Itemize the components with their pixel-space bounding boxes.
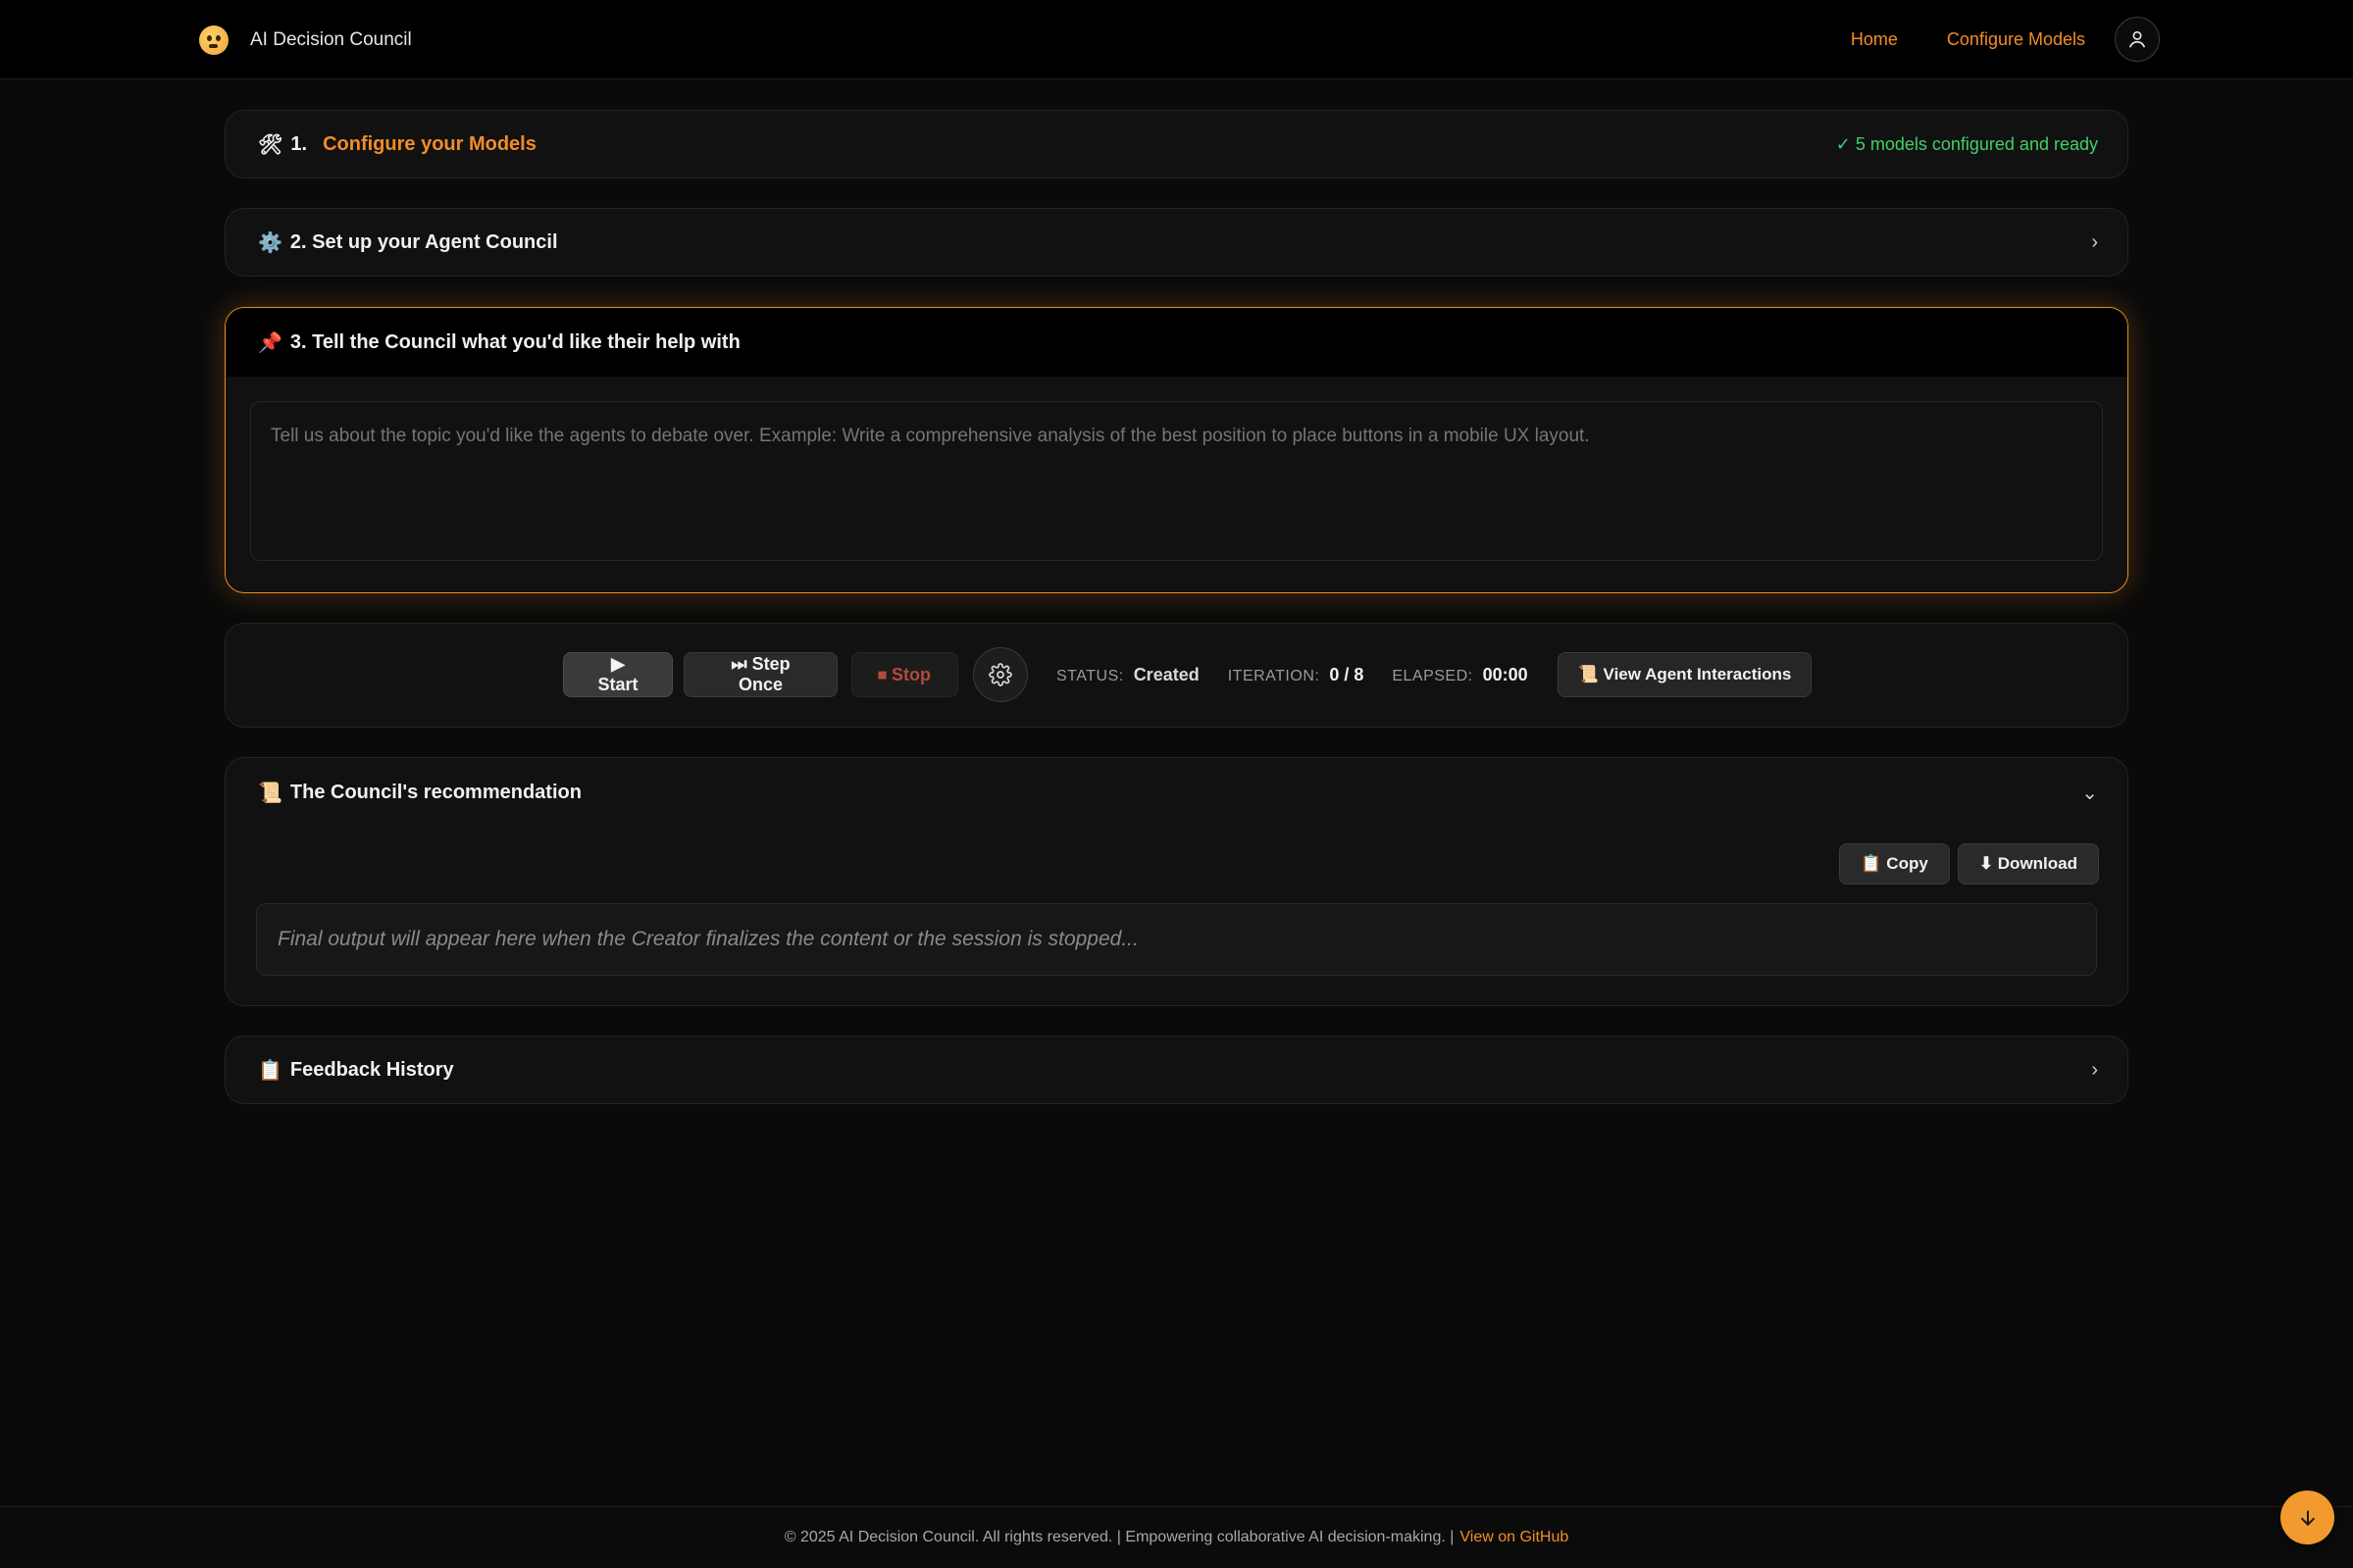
brand-name: AI Decision Council (250, 29, 412, 50)
footer: © 2025 AI Decision Council. All rights r… (0, 1506, 2353, 1568)
nav-configure-models-link[interactable]: Configure Models (1947, 29, 2085, 50)
recommendation-title: The Council's recommendation (289, 782, 582, 803)
iteration-label: ITERATION: (1227, 667, 1320, 684)
elapsed-value: 00:00 (1482, 664, 1528, 684)
copy-button[interactable]: 📋 Copy (1839, 843, 1950, 885)
user-account-button[interactable] (2115, 17, 2160, 62)
download-button[interactable]: ⬇ Download (1957, 843, 2099, 885)
brand-logo-icon (199, 25, 229, 55)
recommendation-panel: 📜 The Council's recommendation ⌄ 📋 Copy … (225, 757, 2128, 1006)
configure-models-panel[interactable]: 🛠 1. Configure your Models ✓ 5 models co… (225, 110, 2128, 178)
footer-text: © 2025 AI Decision Council. All rights r… (784, 1529, 1455, 1545)
chevron-down-icon[interactable]: ⌄ (2081, 781, 2098, 805)
elapsed-label: ELAPSED: (1392, 667, 1473, 684)
step3-title: 3. Tell the Council what you'd like thei… (289, 330, 741, 353)
topic-panel: 📌 3. Tell the Council what you'd like th… (225, 307, 2128, 593)
scroll-down-button[interactable] (2280, 1491, 2334, 1544)
topic-input[interactable] (250, 401, 2103, 561)
status-value: Created (1133, 664, 1200, 684)
feedback-history-panel[interactable]: 📋 Feedback History › (225, 1036, 2128, 1104)
github-link[interactable]: View on GitHub (1459, 1529, 1568, 1546)
brand[interactable]: AI Decision Council (199, 24, 412, 57)
gear-emoji-icon: ⚙️ (258, 231, 282, 254)
scroll-icon: 📜 (258, 783, 282, 804)
tools-icon: 🛠 (258, 133, 283, 156)
main-nav: Home Configure Models (1851, 16, 2160, 63)
chevron-right-icon[interactable]: › (2091, 231, 2098, 254)
nav-home-link[interactable]: Home (1851, 29, 1898, 50)
step1-title[interactable]: Configure your Models (323, 133, 537, 156)
status-indicator: STATUS: Created (1056, 665, 1200, 685)
gear-icon (989, 663, 1012, 686)
user-icon (2128, 30, 2146, 48)
status-label: STATUS: (1056, 667, 1124, 684)
step2-title: 2. Set up your Agent Council (289, 230, 558, 253)
clipboard-icon: 📋 (258, 1059, 282, 1082)
models-ready-status: ✓ 5 models configured and ready (1835, 133, 2098, 154)
start-button[interactable]: ▶ Start (563, 652, 673, 697)
pushpin-icon: 📌 (258, 331, 282, 354)
agent-council-panel[interactable]: ⚙️ 2. Set up your Agent Council › (225, 208, 2128, 277)
iteration-value: 0 / 8 (1329, 664, 1364, 684)
chevron-right-icon[interactable]: › (2091, 1059, 2098, 1082)
settings-button[interactable] (973, 647, 1028, 702)
top-navbar: AI Decision Council Home Configure Model… (0, 0, 2353, 79)
step-once-button[interactable]: ⏭ Step Once (684, 652, 838, 697)
view-agent-interactions-button[interactable]: 📜 View Agent Interactions (1557, 652, 1813, 697)
iteration-indicator: ITERATION: 0 / 8 (1228, 665, 1364, 685)
step1-number: 1. (290, 132, 308, 155)
elapsed-indicator: ELAPSED: 00:00 (1392, 665, 1527, 685)
arrow-down-icon (2300, 1509, 2315, 1526)
session-controls: ▶ Start ⏭ Step Once ⏹ Stop STATUS: Creat… (225, 623, 2128, 728)
feedback-title: Feedback History (289, 1058, 454, 1081)
stop-button[interactable]: ⏹ Stop (851, 652, 958, 697)
final-output: Final output will appear here when the C… (256, 903, 2097, 976)
